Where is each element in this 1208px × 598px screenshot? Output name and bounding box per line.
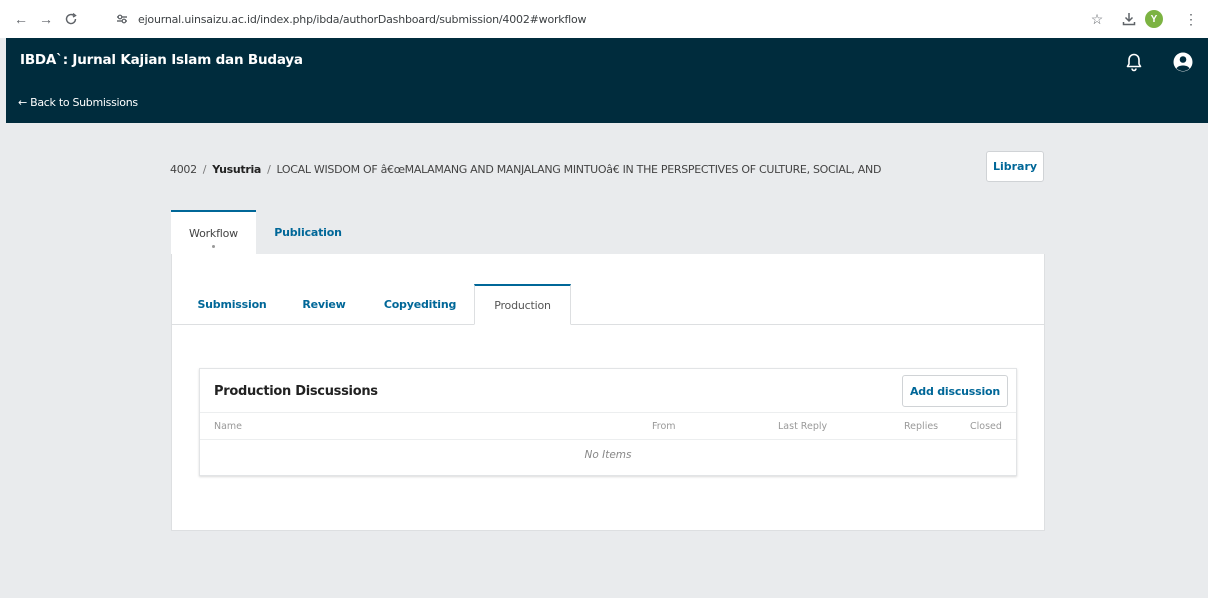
more-menu-icon[interactable]: ⋮ bbox=[1180, 8, 1202, 30]
profile-avatar[interactable]: Y bbox=[1145, 10, 1163, 28]
production-discussions-grid: Production Discussions Add discussion Na… bbox=[199, 368, 1017, 476]
reload-icon[interactable] bbox=[60, 8, 82, 30]
submission-title: LOCAL WISDOM OF â€œMALAMANG AND MANJALAN… bbox=[276, 163, 882, 176]
forward-arrow-icon[interactable]: → bbox=[35, 8, 57, 30]
grid-title: Production Discussions bbox=[214, 384, 378, 399]
separator: / bbox=[202, 163, 207, 176]
submission-id: 4002 bbox=[170, 163, 197, 176]
subtab-production[interactable]: Production bbox=[474, 284, 571, 325]
add-discussion-button[interactable]: Add discussion bbox=[902, 375, 1008, 407]
subtab-submission[interactable]: Submission bbox=[192, 284, 272, 325]
column-closed: Closed bbox=[970, 421, 1002, 432]
address-bar[interactable]: ejournal.uinsaizu.ac.id/index.php/ibda/a… bbox=[110, 5, 1075, 33]
app-header: IBDA`: Jurnal Kajian Islam dan Budaya ← … bbox=[6, 38, 1208, 123]
column-name: Name bbox=[214, 421, 243, 432]
back-arrow-icon[interactable]: ← bbox=[10, 8, 32, 30]
tab-publication[interactable]: Publication bbox=[260, 210, 356, 254]
site-settings-icon[interactable] bbox=[114, 11, 130, 27]
tab-indicator-dot bbox=[212, 245, 215, 248]
column-replies: Replies bbox=[904, 421, 939, 432]
library-button[interactable]: Library bbox=[986, 151, 1044, 182]
column-last-reply: Last Reply bbox=[778, 421, 828, 432]
subtab-copyediting[interactable]: Copyediting bbox=[374, 284, 466, 325]
tab-workflow-label: Workflow bbox=[189, 226, 238, 240]
empty-state-text: No Items bbox=[584, 449, 632, 461]
tab-workflow[interactable]: Workflow bbox=[171, 210, 256, 254]
grid-header-row: Name From Last Reply Replies Closed bbox=[200, 412, 1016, 440]
subtab-review[interactable]: Review bbox=[296, 284, 352, 325]
journal-title[interactable]: IBDA`: Jurnal Kajian Islam dan Budaya bbox=[20, 52, 303, 68]
browser-toolbar: ← → ejournal.uinsaizu.ac.id/index.php/ib… bbox=[0, 0, 1208, 38]
url-text[interactable]: ejournal.uinsaizu.ac.id/index.php/ibda/a… bbox=[138, 13, 587, 26]
back-to-submissions-link[interactable]: ← Back to Submissions bbox=[18, 96, 138, 109]
bookmark-star-icon[interactable]: ☆ bbox=[1086, 8, 1108, 30]
notifications-bell-icon[interactable] bbox=[1124, 52, 1144, 72]
download-icon[interactable] bbox=[1118, 8, 1140, 30]
submission-title-row: 4002 / Yusutria / LOCAL WISDOM OF â€œMALAMAN… bbox=[170, 163, 976, 176]
column-from: From bbox=[652, 421, 676, 432]
workflow-panel: Submission Review Copyediting Production… bbox=[171, 254, 1045, 531]
user-account-icon[interactable] bbox=[1172, 51, 1194, 73]
submission-author: Yusutria bbox=[212, 163, 262, 176]
separator: / bbox=[267, 163, 271, 176]
